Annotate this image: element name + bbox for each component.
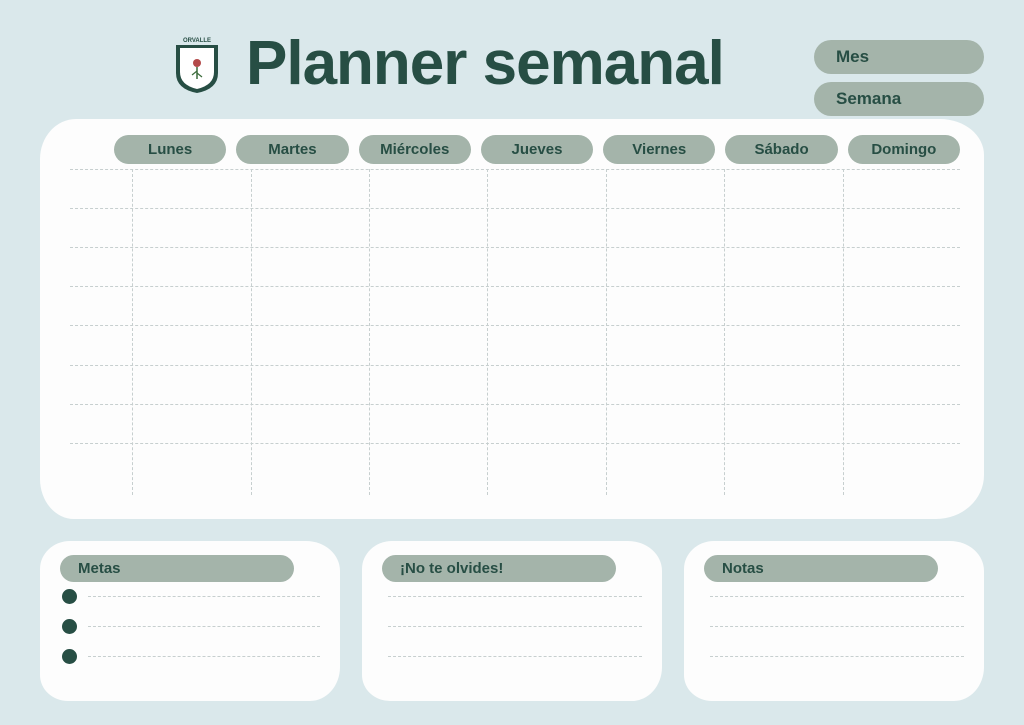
reminder-header: ¡No te olvides! (382, 555, 616, 582)
day-header: Jueves (481, 135, 593, 164)
day-header: Lunes (114, 135, 226, 164)
reminder-lines[interactable] (388, 596, 642, 686)
bullet-icon (62, 619, 77, 634)
day-header: Martes (236, 135, 348, 164)
goals-card: Metas (40, 541, 340, 701)
page-title: Planner semanal (246, 28, 724, 99)
bottom-cards: Metas ¡No te olvides! Notas (40, 541, 984, 701)
day-header: Sábado (725, 135, 837, 164)
day-header: Viernes (603, 135, 715, 164)
period-pills: Mes Semana (814, 40, 984, 116)
reminder-card: ¡No te olvides! (362, 541, 662, 701)
notes-lines[interactable] (710, 596, 964, 686)
day-headers: Lunes Martes Miércoles Jueves Viernes Sá… (114, 135, 960, 164)
svg-text:ORVALLE: ORVALLE (183, 38, 211, 44)
notes-header: Notas (704, 555, 938, 582)
week-board: Lunes Martes Miércoles Jueves Viernes Sá… (40, 119, 984, 519)
goals-lines[interactable] (88, 596, 320, 686)
week-pill[interactable]: Semana (814, 82, 984, 116)
school-logo-icon: ORVALLE (170, 33, 224, 95)
bullet-icon (62, 649, 77, 664)
notes-card: Notas (684, 541, 984, 701)
goals-header: Metas (60, 555, 294, 582)
month-pill[interactable]: Mes (814, 40, 984, 74)
bullet-icon (62, 589, 77, 604)
day-header: Miércoles (359, 135, 471, 164)
planner-grid[interactable] (70, 169, 960, 495)
day-header: Domingo (848, 135, 960, 164)
